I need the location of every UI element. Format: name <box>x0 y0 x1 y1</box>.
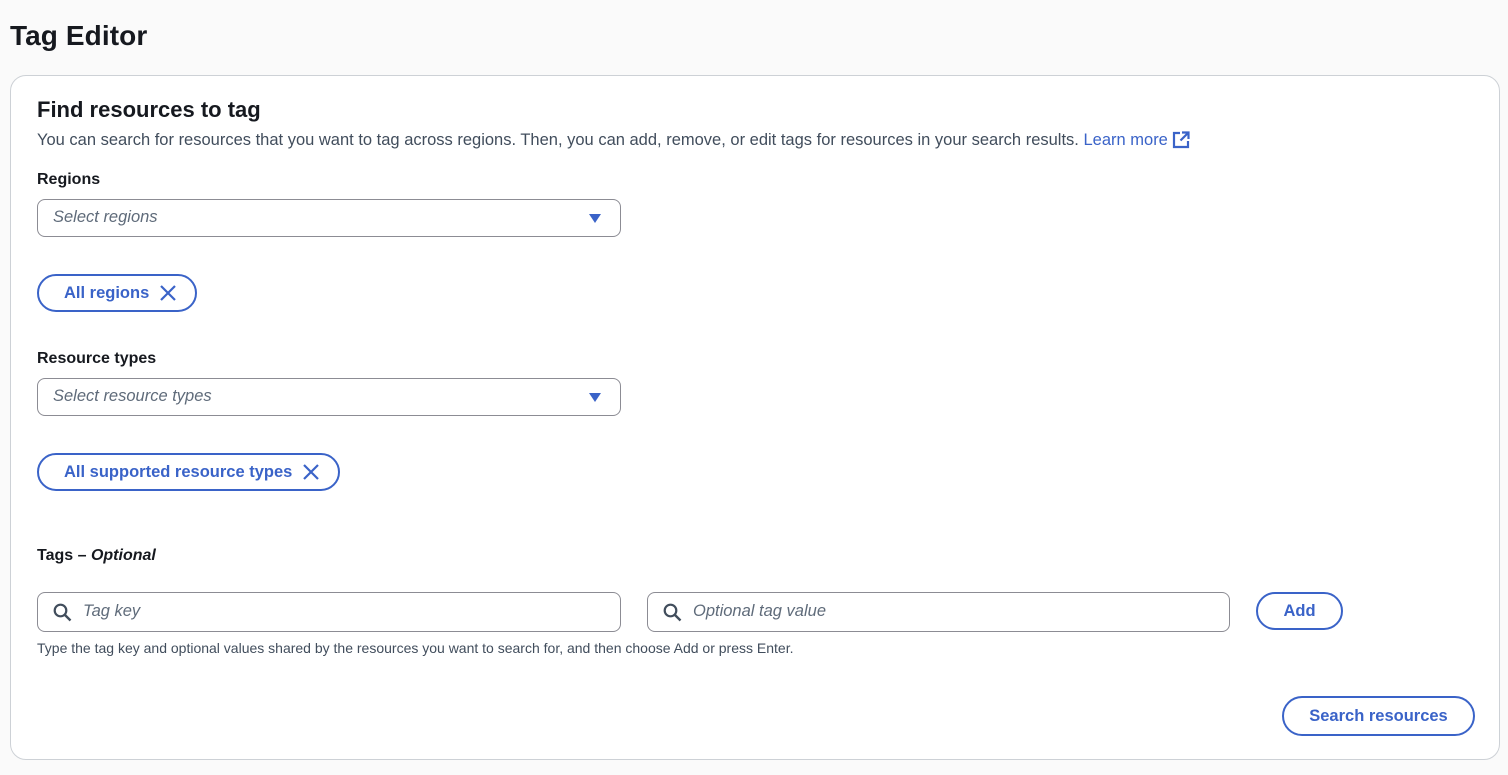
page-title: Tag Editor <box>10 20 148 51</box>
resource-types-token: All supported resource types <box>37 453 341 491</box>
tags-label-optional: Optional <box>90 547 156 564</box>
tag-value-input[interactable]: Optional tag value <box>647 592 1230 632</box>
external-link-icon <box>1172 131 1190 149</box>
add-tag-button[interactable]: Add <box>1256 592 1343 630</box>
regions-select[interactable]: Select regions <box>37 199 621 237</box>
search-icon <box>663 603 682 622</box>
regions-placeholder: Select regions <box>53 208 158 226</box>
caret-down-icon <box>589 214 601 223</box>
resource-types-label: Resource types <box>37 350 157 367</box>
resource-types-select[interactable]: Select resource types <box>37 378 621 416</box>
panel-description-text: You can search for resources that you wa… <box>37 131 1079 149</box>
panel-description: You can search for resources that you wa… <box>37 128 1190 152</box>
learn-more-label: Learn more <box>1083 131 1168 149</box>
panel-title: Find resources to tag <box>37 97 261 122</box>
tags-label: Tags – Optional <box>37 545 156 567</box>
tags-label-separator: – <box>73 547 91 564</box>
close-icon[interactable] <box>302 463 320 481</box>
regions-label: Regions <box>37 171 101 188</box>
close-icon[interactable] <box>159 284 177 302</box>
search-resources-button[interactable]: Search resources <box>1282 696 1475 736</box>
tags-label-text: Tags <box>37 547 74 564</box>
tag-value-placeholder: Optional tag value <box>693 602 827 620</box>
search-icon <box>53 603 72 622</box>
find-resources-panel: Find resources to tag You can search for… <box>10 75 1500 760</box>
regions-token: All regions <box>37 274 198 312</box>
resource-types-placeholder: Select resource types <box>53 387 212 405</box>
tag-key-input[interactable]: Tag key <box>37 592 621 632</box>
resource-types-token-label: All supported resource types <box>64 462 293 481</box>
regions-token-label: All regions <box>64 283 150 302</box>
learn-more-link[interactable]: Learn more <box>1083 128 1190 152</box>
caret-down-icon <box>589 393 601 402</box>
tags-hint: Type the tag key and optional values sha… <box>37 640 794 656</box>
tag-key-placeholder: Tag key <box>83 602 141 620</box>
